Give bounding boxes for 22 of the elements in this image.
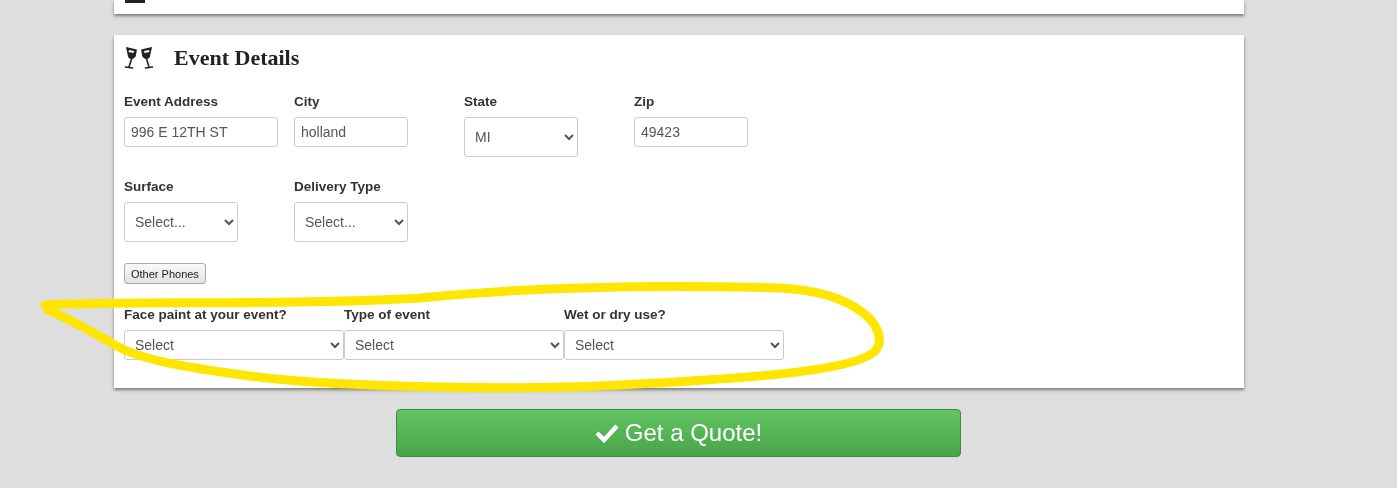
field-label: Delivery Type xyxy=(294,178,382,195)
section-title: Event Details xyxy=(174,45,300,71)
input-field[interactable]: 996 E 12TH ST xyxy=(124,117,278,147)
dropdown[interactable]: MI xyxy=(464,117,578,157)
field-label: Face paint at your event? xyxy=(124,306,288,323)
field-label: City xyxy=(294,93,321,110)
field-label: Surface xyxy=(124,178,175,195)
field-label: Zip xyxy=(634,93,656,110)
dropdown[interactable]: Select xyxy=(124,330,344,360)
field-label: Event Address xyxy=(124,93,220,110)
dropdown[interactable]: Select... xyxy=(294,202,408,242)
field-label: State xyxy=(464,93,498,110)
dropdown[interactable]: Select xyxy=(564,330,784,360)
other-phones-button[interactable]: Other Phones xyxy=(124,263,206,284)
wine-glasses-icon xyxy=(124,45,154,71)
dropdown[interactable]: Select xyxy=(344,330,564,360)
input-field[interactable]: 49423 xyxy=(634,117,748,147)
dropdown[interactable]: Select... xyxy=(124,202,238,242)
check-icon xyxy=(594,423,619,443)
field-label: Type of event xyxy=(344,306,432,323)
input-field[interactable]: holland xyxy=(294,117,408,147)
field-label: Wet or dry use? xyxy=(564,306,667,323)
